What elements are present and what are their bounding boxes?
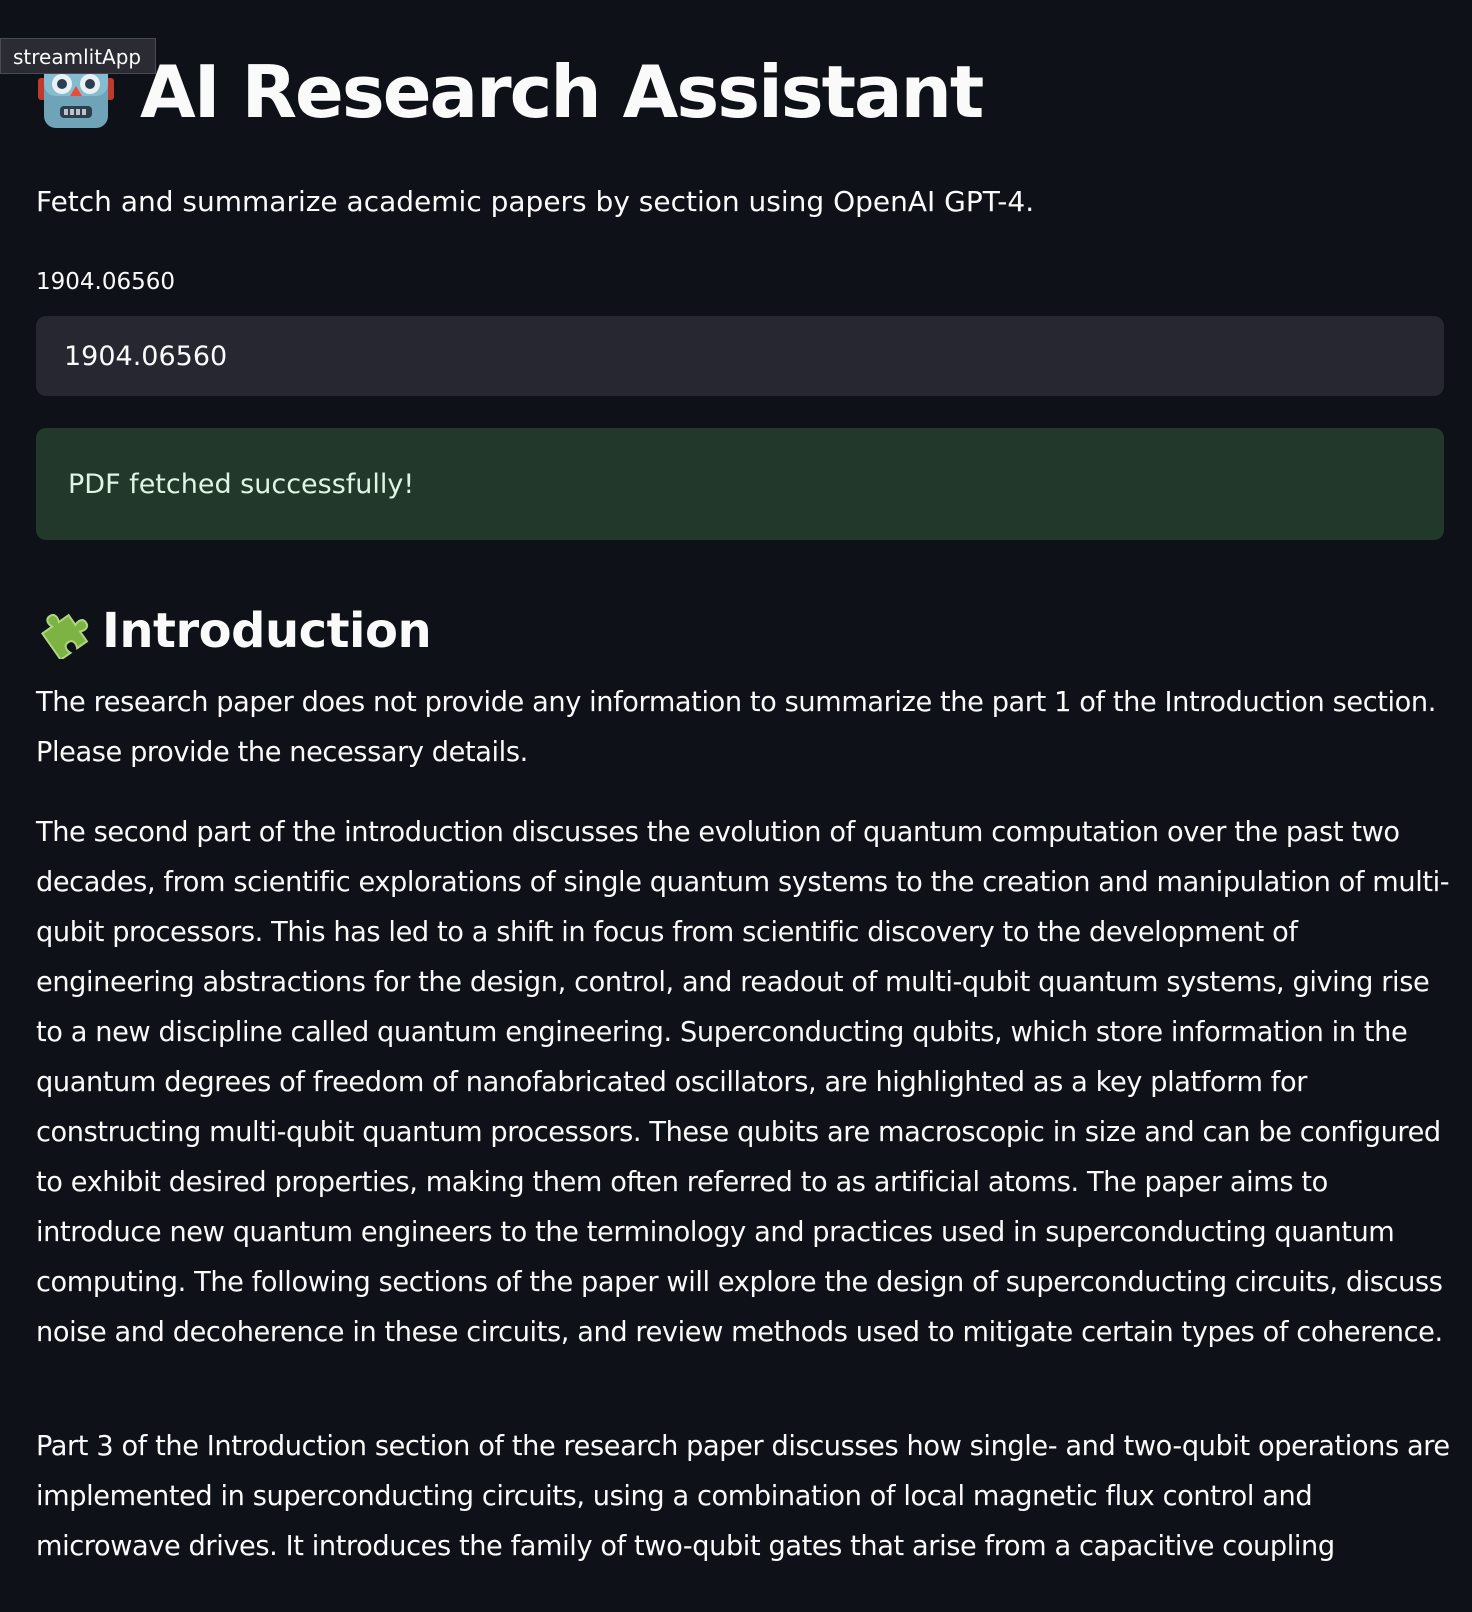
- section-paragraph: Part 3 of the Introduction section of th…: [36, 1431, 1450, 1562]
- section-header: Introduction: [36, 596, 432, 666]
- section-title: Introduction: [102, 603, 432, 659]
- page-subtitle: Fetch and summarize academic papers by s…: [36, 185, 1035, 218]
- success-message: PDF fetched successfully!: [68, 468, 415, 500]
- page-title: AI Research Assistant: [140, 50, 984, 134]
- paper-id-input-container[interactable]: [36, 316, 1444, 396]
- app-tag: streamlitApp: [0, 38, 157, 74]
- paper-id-input[interactable]: [62, 339, 1418, 373]
- success-alert: PDF fetched successfully!: [36, 428, 1444, 540]
- section-paragraph: The research paper does not provide any …: [36, 687, 1436, 768]
- section-paragraph: The second part of the introduction disc…: [36, 817, 1450, 1348]
- title-row: AI Research Assistant: [36, 42, 984, 142]
- paper-id-label: 1904.06560: [36, 269, 176, 295]
- puzzle-piece-icon: [40, 613, 89, 659]
